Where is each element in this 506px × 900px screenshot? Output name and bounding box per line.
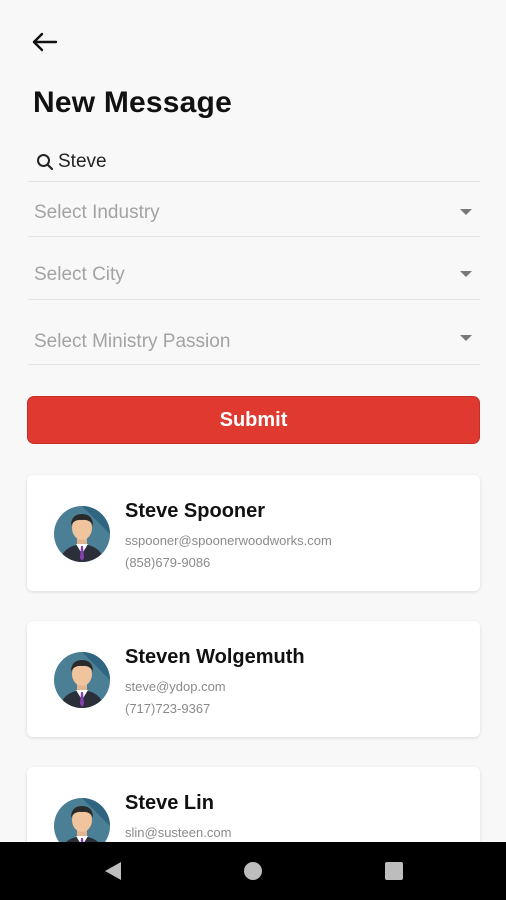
contact-email: sspooner@spoonerwoodworks.com bbox=[125, 533, 332, 548]
nav-home-icon[interactable] bbox=[241, 859, 265, 883]
contact-email: steve@ydop.com bbox=[125, 679, 226, 694]
caret-down-icon bbox=[460, 209, 472, 215]
ministry-passion-select-label: Select Ministry Passion bbox=[34, 331, 231, 352]
city-select-label: Select City bbox=[34, 264, 125, 285]
industry-select[interactable]: Select Industry bbox=[28, 190, 480, 237]
arrow-left-icon bbox=[32, 32, 58, 52]
contact-phone: (717)723-9367 bbox=[125, 701, 211, 716]
nav-back-icon[interactable] bbox=[101, 859, 125, 883]
ministry-passion-select[interactable]: Select Ministry Passion bbox=[28, 299, 480, 365]
city-select[interactable]: Select City bbox=[28, 236, 480, 300]
back-button[interactable] bbox=[30, 28, 60, 56]
contact-name: Steve Lin bbox=[125, 792, 214, 814]
contact-card[interactable]: Steve Spooner sspooner@spoonerwoodworks.… bbox=[27, 475, 480, 591]
caret-down-icon bbox=[460, 335, 472, 341]
search-icon bbox=[37, 154, 54, 171]
contact-card[interactable]: Steven Wolgemuth steve@ydop.com (717)723… bbox=[27, 621, 480, 737]
search-field[interactable] bbox=[28, 142, 480, 182]
nav-recents-icon[interactable] bbox=[382, 859, 406, 883]
contact-email: slin@susteen.com bbox=[125, 825, 232, 840]
page-title: New Message bbox=[33, 86, 232, 119]
contact-phone: (858)679-9086 bbox=[125, 555, 211, 570]
industry-select-label: Select Industry bbox=[34, 202, 160, 223]
caret-down-icon bbox=[460, 271, 472, 277]
contact-name: Steven Wolgemuth bbox=[125, 646, 305, 668]
person-avatar-icon bbox=[54, 652, 110, 708]
submit-button[interactable]: Submit bbox=[27, 396, 480, 444]
system-navigation-bar bbox=[0, 842, 506, 900]
search-input[interactable] bbox=[58, 148, 458, 176]
person-avatar-icon bbox=[54, 506, 110, 562]
contact-name: Steve Spooner bbox=[125, 500, 266, 522]
